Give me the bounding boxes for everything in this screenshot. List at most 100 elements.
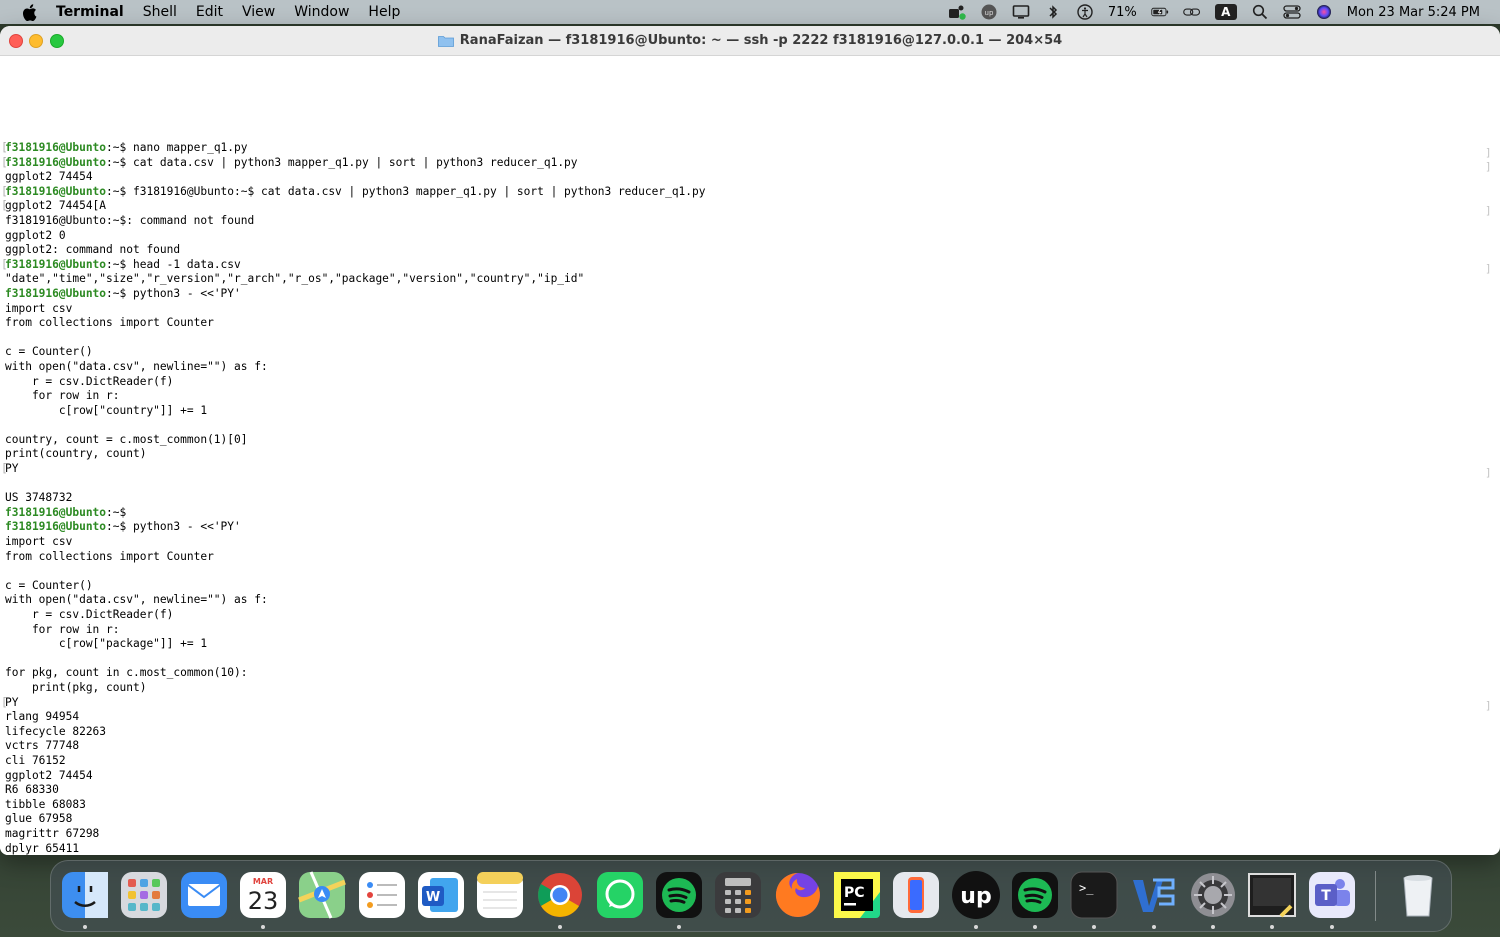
line-mark: [	[1, 462, 8, 476]
dock-terminal-icon[interactable]: >_	[1069, 870, 1119, 920]
dock-teams-icon[interactable]: T	[1307, 870, 1357, 920]
terminal-line: import csv	[5, 302, 706, 317]
scroll-marker: ]	[1485, 699, 1492, 712]
output-text: ggplot2 74454	[5, 170, 93, 184]
calendar-day: 23	[248, 887, 279, 915]
menu-edit[interactable]: Edit	[196, 4, 223, 20]
output-text: magrittr 67298	[5, 826, 100, 840]
terminal-line: country, count = c.most_common(1)[0]	[5, 433, 706, 448]
output-text: ggplot2 74454	[5, 768, 93, 782]
output-text: US 3748732	[5, 491, 73, 505]
dock-screenshot-preview-icon[interactable]	[1247, 870, 1297, 920]
bluetooth-icon[interactable]	[1044, 4, 1062, 20]
dock-firefox-icon[interactable]	[773, 870, 823, 920]
terminal-line: print(country, count)	[5, 447, 706, 462]
terminal-line: R6 68330	[5, 783, 706, 798]
accessibility-icon[interactable]	[1076, 4, 1094, 20]
terminal-line: lifecycle 82263	[5, 725, 706, 740]
terminal-line: f3181916@Ubunto:~$: command not found	[5, 214, 706, 229]
terminal-line: for row in r:	[5, 623, 706, 638]
terminal-line: c[row["country"]] += 1	[5, 404, 706, 419]
line-mark: [	[1, 199, 8, 213]
terminal-line: vctrs 77748	[5, 739, 706, 754]
dock-word-icon[interactable]: W	[416, 870, 466, 920]
prompt-user-host: f3181916@Ubunto	[5, 286, 107, 300]
window-titlebar[interactable]: RanaFaizan — f3181916@Ubunto: ~ — ssh -p…	[0, 26, 1500, 56]
terminal-line: [f3181916@Ubunto:~$ head -1 data.csv	[1, 258, 706, 273]
terminal-window: RanaFaizan — f3181916@Ubunto: ~ — ssh -p…	[0, 26, 1500, 855]
dock-spotify-icon[interactable]	[654, 870, 704, 920]
display-icon[interactable]	[1012, 4, 1030, 20]
line-mark: [	[1, 155, 8, 169]
control-center-icon[interactable]	[1283, 4, 1301, 20]
svg-text:up: up	[984, 9, 993, 17]
dock-reminders-icon[interactable]	[357, 870, 407, 920]
output-text: lifecycle 82263	[5, 724, 107, 738]
output-text: country, count = c.most_common(1)[0]	[5, 432, 248, 446]
dock-iphone-mirroring-icon[interactable]	[891, 870, 941, 920]
menu-bar: Terminal Shell Edit View Window Help up …	[0, 0, 1500, 24]
svg-text:W: W	[426, 890, 440, 905]
spotlight-search-icon[interactable]	[1251, 4, 1269, 20]
battery-percent[interactable]: 71%	[1108, 5, 1137, 20]
menu-app-name[interactable]: Terminal	[56, 4, 124, 20]
terminal-line: ggplot2 74454	[5, 769, 706, 784]
output-text: for pkg, count in c.most_common(10):	[5, 666, 248, 680]
battery-icon[interactable]	[1151, 4, 1169, 20]
dock-trash-icon[interactable]	[1393, 870, 1443, 920]
dock-calendar-icon[interactable]: MAR 23	[238, 870, 288, 920]
line-mark: [	[1, 184, 8, 198]
terminal-line: magrittr 67298	[5, 827, 706, 842]
line-mark: [	[1, 257, 8, 271]
line-mark: [	[1, 141, 8, 154]
terminal-line: c[row["package"]] += 1	[5, 637, 706, 652]
menubar-clock[interactable]: Mon 23 Mar 5:24 PM	[1347, 5, 1480, 20]
terminal-line: import csv	[5, 535, 706, 550]
dock-mail-icon[interactable]	[179, 870, 229, 920]
dock-maps-icon[interactable]	[297, 870, 347, 920]
dock-vm-fusion-icon[interactable]	[1129, 870, 1179, 920]
dock-spotify-icon[interactable]	[1010, 870, 1060, 920]
dock-running-indicator	[1270, 925, 1274, 929]
dock-system-settings-icon[interactable]	[1188, 870, 1238, 920]
dock-separator	[1375, 871, 1376, 921]
terminal-line: for row in r:	[5, 389, 706, 404]
screen-mirroring-icon[interactable]	[1182, 4, 1201, 20]
output-text: ggplot2 74454[A	[5, 199, 107, 213]
line-mark: [	[1, 695, 8, 709]
terminal-line: with open("data.csv", newline="") as f:	[5, 593, 706, 608]
dock-calculator-icon[interactable]	[713, 870, 763, 920]
terminal-line: f3181916@Ubunto:~$	[5, 506, 706, 521]
terminal-line: [f3181916@Ubunto:~$ f3181916@Ubunto:~$ c…	[1, 184, 706, 200]
prompt-user-host: f3181916@Ubunto	[5, 520, 107, 534]
dock-notes-icon[interactable]	[475, 870, 525, 920]
prompt-command: :~$ f3181916@Ubunto:~$ cat data.csv | py…	[106, 184, 706, 198]
dock-launchpad-icon[interactable]	[119, 870, 169, 920]
dock-chrome-icon[interactable]	[535, 870, 585, 920]
teams-status-icon[interactable]	[948, 4, 966, 20]
menu-window[interactable]: Window	[294, 4, 349, 20]
dock-pycharm-icon[interactable]: PC	[832, 870, 882, 920]
siri-icon[interactable]	[1315, 4, 1333, 20]
terminal-line: tibble 68083	[5, 798, 706, 813]
dock-whatsapp-icon[interactable]	[595, 870, 645, 920]
apple-icon[interactable]	[20, 3, 38, 21]
menu-view[interactable]: View	[242, 4, 275, 20]
terminal-line: [f3181916@Ubunto:~$ cat data.csv | pytho…	[1, 156, 706, 171]
terminal-output[interactable]: [f3181916@Ubunto:~$ nano mapper_q1.py[f3…	[0, 56, 1492, 855]
menu-help[interactable]: Help	[368, 4, 400, 20]
output-text: R6 68330	[5, 783, 59, 797]
input-source-indicator[interactable]: A	[1214, 4, 1237, 20]
output-text: c[row["package"]] += 1	[5, 637, 208, 651]
terminal-line: c = Counter()	[5, 579, 706, 594]
upwork-status-icon[interactable]: up	[980, 4, 998, 20]
dock-finder-icon[interactable]	[60, 870, 110, 920]
dock-upwork-icon[interactable]: up	[951, 870, 1001, 920]
terminal-line: f3181916@Ubunto:~$ python3 - <<'PY'	[5, 287, 706, 302]
output-text: for row in r:	[5, 622, 120, 636]
menu-shell[interactable]: Shell	[143, 4, 177, 20]
output-text: for row in r:	[5, 389, 120, 403]
output-text: "date","time","size","r_version","r_arch…	[5, 272, 585, 286]
